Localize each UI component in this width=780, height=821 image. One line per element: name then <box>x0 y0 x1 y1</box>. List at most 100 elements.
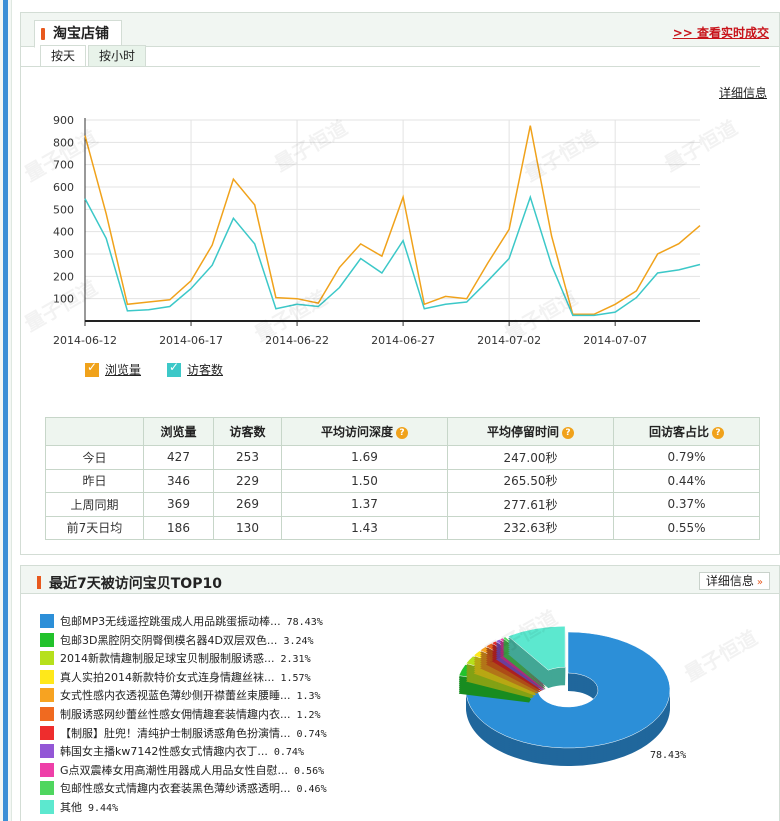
top10-panel-header: 最近7天被访问宝贝TOP10 详细信息» <box>21 566 779 594</box>
stats-header-row: 浏览量 访客数 平均访问深度? 平均停留时间? 回访客占比? <box>45 417 760 446</box>
item-percent: 2.31% <box>280 654 311 666</box>
y-tick-label: 900 <box>53 114 74 127</box>
table-row: 今日 427 253 1.69 247.00秒 0.79% <box>45 445 760 470</box>
cell-pageviews: 346 <box>143 468 214 493</box>
legend-visitors[interactable]: 访客数 <box>167 360 224 378</box>
item-label: 包邮3D黑腔阴交阴臀倒模名器4D双层双色... <box>60 633 278 647</box>
x-tick-label: 2014-07-02 <box>477 334 541 347</box>
y-tick-label: 600 <box>53 181 74 194</box>
item-percent: 3.24% <box>283 635 314 647</box>
y-tick-label: 200 <box>53 270 74 283</box>
stats-header-pageviews: 浏览量 <box>143 417 214 446</box>
cell-avg-time: 247.00秒 <box>447 445 614 470</box>
item-percent: 78.43% <box>286 617 323 628</box>
color-swatch-icon <box>40 614 54 628</box>
cell-return-ratio: 0.37% <box>613 492 760 517</box>
cell-visitors: 229 <box>213 468 282 493</box>
item-label: 【制服】肚兜！清纯护士制服诱惑角色扮演情... <box>60 726 291 740</box>
color-swatch-icon <box>40 762 54 777</box>
cell-visitors: 130 <box>213 515 282 540</box>
item-percent: 0.74% <box>296 728 327 740</box>
x-tick-label: 2014-06-17 <box>159 334 223 347</box>
legend-pageviews-label: 浏览量 <box>105 363 142 377</box>
y-tick-label: 400 <box>53 226 74 239</box>
cell-label: 昨日 <box>45 468 144 493</box>
cell-pageviews: 369 <box>143 492 214 517</box>
cell-return-ratio: 0.79% <box>613 445 760 470</box>
item-label: 女式性感内衣透视蓝色薄纱侧开襟蕾丝束腰睡... <box>60 689 291 703</box>
item-percent: 0.56% <box>294 765 325 777</box>
cell-return-ratio: 0.55% <box>613 515 760 540</box>
legend-pageviews[interactable]: 浏览量 <box>85 360 142 378</box>
cell-avg-time: 277.61秒 <box>447 492 614 517</box>
item-label: G点双震棒女用高潮性用器成人用品女性自慰... <box>60 763 289 777</box>
y-tick-label: 100 <box>53 293 74 306</box>
list-item[interactable]: G点双震棒女用高潮性用器成人用品女性自慰... 0.56% <box>40 762 327 781</box>
pageviews-series-line[interactable] <box>84 125 701 316</box>
table-row: 前7天日均 186 130 1.43 232.63秒 0.55% <box>45 515 760 540</box>
list-item[interactable]: 包邮性感女式情趣内衣套装黑色薄纱诱惑透明... 0.46% <box>40 780 327 799</box>
stats-header-return-ratio-label: 回访客占比 <box>648 425 709 439</box>
help-icon[interactable]: ? <box>562 427 574 439</box>
stats-header-visitors: 访客数 <box>213 417 282 446</box>
top10-title: 最近7天被访问宝贝TOP10 <box>37 573 222 593</box>
stats-header-avg-time: 平均停留时间? <box>447 417 614 446</box>
y-tick-label: 300 <box>53 248 74 261</box>
stats-header-avg-time-label: 平均停留时间 <box>486 425 559 439</box>
color-swatch-icon <box>40 725 54 740</box>
x-tick-label: 2014-06-12 <box>53 334 117 347</box>
stats-header-return-ratio: 回访客占比? <box>613 417 760 446</box>
cell-avg-depth: 1.69 <box>281 445 448 470</box>
x-tick-label: 2014-06-22 <box>265 334 329 347</box>
checkbox-checked-icon[interactable] <box>85 360 99 377</box>
color-swatch-icon <box>40 669 54 684</box>
item-percent: 1.3% <box>296 691 321 703</box>
x-tick-label: 2014-06-27 <box>371 334 435 347</box>
color-swatch-icon <box>40 744 54 759</box>
help-icon[interactable]: ? <box>712 427 724 439</box>
list-item[interactable]: 女式性感内衣透视蓝色薄纱侧开襟蕾丝束腰睡... 1.3% <box>40 687 327 706</box>
item-label: 2014新款情趣制服足球宝贝制服制服诱惑... <box>60 652 275 666</box>
stats-table: 浏览量 访客数 平均访问深度? 平均停留时间? 回访客占比? 今日 427 253 1… <box>45 417 760 540</box>
item-label: 包邮性感女式情趣内衣套装黑色薄纱诱惑透明... <box>60 782 291 796</box>
item-label: 韩国女主播kw7142性感女式情趣内衣丁... <box>60 745 268 759</box>
list-item[interactable]: 制服诱惑网纱蕾丝性感女佣情趣套装情趣内衣... 1.2% <box>40 706 327 725</box>
list-item[interactable]: 【制服】肚兜！清纯护士制服诱惑角色扮演情... 0.74% <box>40 725 327 744</box>
item-label: 其他 <box>60 800 82 814</box>
item-label: 包邮MP3无线遥控跳蛋成人用品跳蛋振动棒... <box>60 615 281 628</box>
table-row: 上周同期 369 269 1.37 277.61秒 0.37% <box>45 492 760 517</box>
traffic-line-chart: 100 200 300 400 500 600 700 800 900 2014-06-12 201… <box>53 114 701 347</box>
list-item[interactable]: 包邮MP3无线遥控跳蛋成人用品跳蛋振动棒... 78.43% <box>40 613 327 632</box>
item-percent: 0.46% <box>296 784 327 796</box>
cell-visitors: 253 <box>213 445 282 470</box>
legend-visitors-label: 访客数 <box>187 363 224 377</box>
item-percent: 9.44% <box>88 802 119 814</box>
stats-header-avg-depth-label: 平均访问深度 <box>320 425 393 439</box>
list-item[interactable]: 包邮3D黑腔阴交阴臀倒模名器4D双层双色... 3.24% <box>40 632 327 651</box>
cell-visitors: 269 <box>213 492 282 517</box>
item-percent: 1.57% <box>280 672 311 684</box>
color-swatch-icon <box>40 799 54 814</box>
top10-detail-label: 详细信息 <box>705 574 754 588</box>
item-label: 制服诱惑网纱蕾丝性感女佣情趣套装情趣内衣... <box>60 707 291 721</box>
cell-label: 上周同期 <box>45 492 144 517</box>
title-accent-icon <box>37 576 41 589</box>
cell-avg-time: 265.50秒 <box>447 468 614 493</box>
top10-title-text: 最近7天被访问宝贝TOP10 <box>49 576 222 592</box>
top10-detail-button[interactable]: 详细信息» <box>698 572 770 590</box>
visitors-series-line[interactable] <box>84 194 701 317</box>
list-item[interactable]: 2014新款情趣制服足球宝贝制服制服诱惑... 2.31% <box>40 650 327 669</box>
color-swatch-icon <box>40 688 54 703</box>
item-percent: 0.74% <box>273 747 304 759</box>
table-row: 昨日 346 229 1.50 265.50秒 0.44% <box>45 468 760 493</box>
list-item[interactable]: 韩国女主播kw7142性感女式情趣内衣丁... 0.74% <box>40 743 327 762</box>
help-icon[interactable]: ? <box>396 427 408 439</box>
cell-avg-time: 232.63秒 <box>447 515 614 540</box>
checkbox-checked-icon[interactable] <box>167 360 181 377</box>
list-item[interactable]: 真人实拍2014新款特价女式连身情趣丝袜... 1.57% <box>40 669 327 688</box>
color-swatch-icon <box>40 651 54 666</box>
list-item[interactable]: 其他 9.44% <box>40 799 327 818</box>
item-percent: 1.2% <box>296 709 321 721</box>
cell-pageviews: 186 <box>143 515 214 540</box>
cell-return-ratio: 0.44% <box>613 468 760 493</box>
